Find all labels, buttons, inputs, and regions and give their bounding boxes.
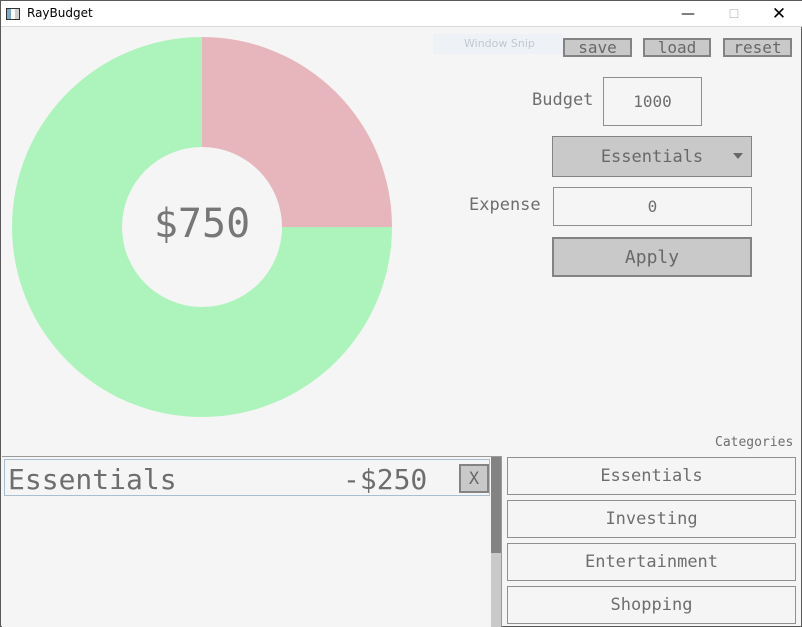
category-button-investing[interactable]: Investing [507, 500, 796, 538]
expense-input[interactable]: 0 [553, 187, 752, 226]
expense-list[interactable]: Essentials -$250 X [2, 456, 502, 627]
remaining-amount-label: $750 [153, 201, 251, 247]
category-button-essentials[interactable]: Essentials [507, 457, 796, 495]
expense-row-name: Essentials [8, 463, 177, 496]
chevron-down-icon [733, 153, 743, 159]
categories-heading: Categories [715, 435, 794, 450]
budget-label: Budget [532, 90, 594, 110]
expense-row[interactable]: Essentials -$250 X [4, 459, 490, 496]
expense-label: Expense [469, 195, 541, 215]
category-dropdown-value: Essentials [600, 146, 704, 167]
category-button-entertainment[interactable]: Entertainment [507, 543, 796, 581]
window-snip-overlay: Window Snip [433, 34, 563, 54]
reset-button[interactable]: reset [723, 38, 792, 57]
app-icon [6, 8, 20, 20]
window-title: RayBudget [27, 6, 93, 20]
apply-button[interactable]: Apply [552, 237, 752, 277]
app-window: RayBudget — ☐ ✕ $750 Window Snip save lo… [0, 0, 802, 627]
save-button[interactable]: save [563, 38, 632, 57]
delete-expense-button[interactable]: X [459, 464, 489, 493]
title-bar[interactable]: RayBudget — ☐ ✕ [1, 1, 802, 27]
load-button[interactable]: load [643, 38, 711, 57]
maximize-button[interactable]: ☐ [711, 1, 757, 27]
category-dropdown[interactable]: Essentials [552, 136, 752, 177]
scrollbar-thumb[interactable] [491, 457, 501, 553]
category-button-shopping[interactable]: Shopping [507, 586, 796, 624]
donut-slice-essentials [202, 37, 392, 227]
budget-input[interactable]: 1000 [603, 77, 702, 126]
close-button[interactable]: ✕ [756, 1, 802, 27]
expense-row-amount: -$250 [343, 463, 428, 496]
minimize-button[interactable]: — [665, 1, 711, 27]
